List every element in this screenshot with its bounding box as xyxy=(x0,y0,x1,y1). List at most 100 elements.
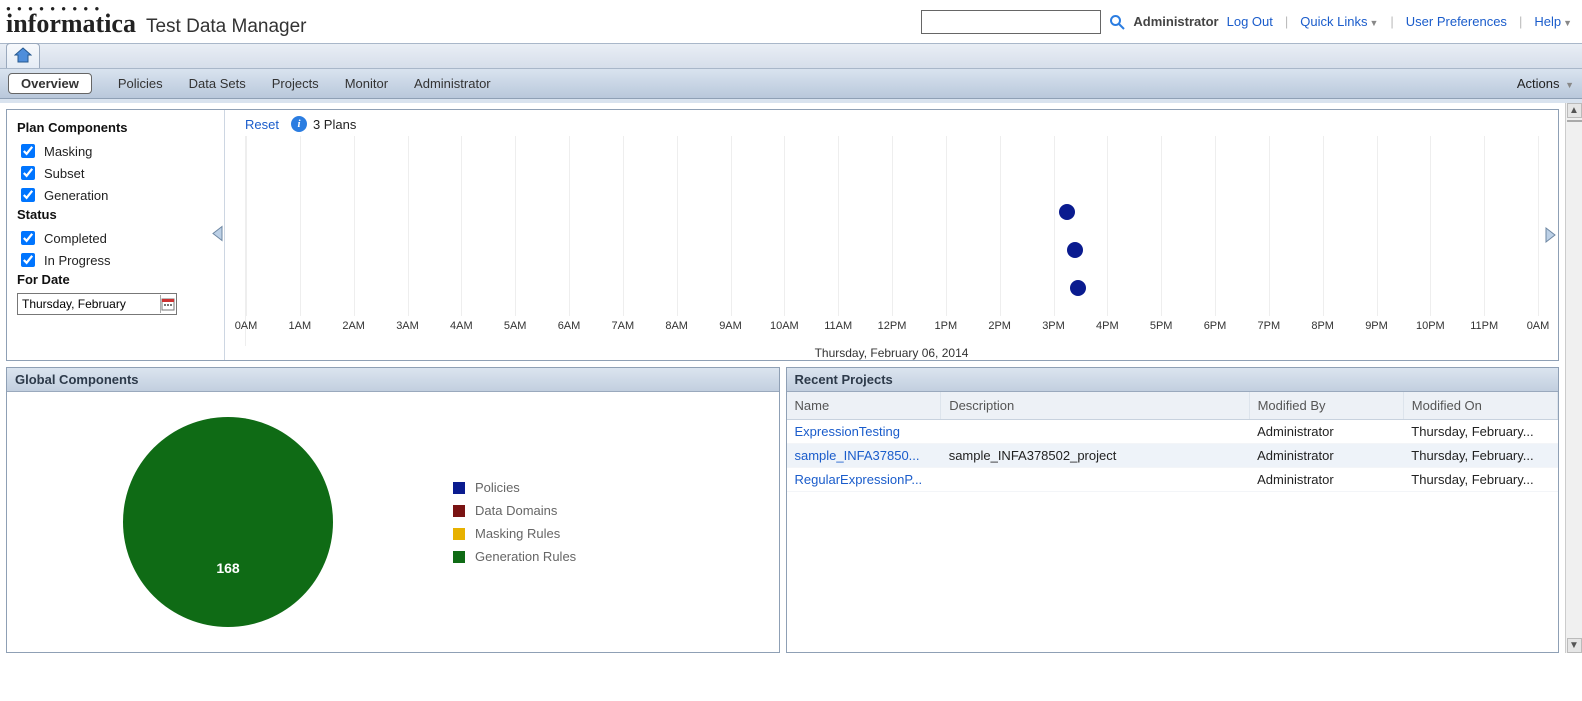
hour-label: 0AM xyxy=(1527,320,1550,332)
legend-item-policies: Policies xyxy=(453,480,576,495)
chk-generation-box[interactable] xyxy=(21,188,35,202)
tab-policies[interactable]: Policies xyxy=(118,76,163,91)
help-menu[interactable]: Help▼ xyxy=(1534,14,1572,29)
caret-down-icon: ▼ xyxy=(1369,18,1378,28)
plan-dot[interactable] xyxy=(1067,242,1083,258)
home-tab[interactable] xyxy=(6,43,40,68)
chk-masking[interactable]: Masking xyxy=(17,141,214,161)
main-area: ▲ ▼ Plan Components Masking Subset Gener… xyxy=(0,99,1582,653)
username-label: Administrator xyxy=(1133,14,1218,29)
col-description[interactable]: Description xyxy=(941,392,1249,420)
logout-link[interactable]: Log Out xyxy=(1227,14,1273,29)
table-cell: ExpressionTesting xyxy=(787,420,941,444)
tab-monitor[interactable]: Monitor xyxy=(345,76,388,91)
timeline-panel: Reset i 3 Plans 0AM1AM2AM3AM4AM5AM6AM7AM… xyxy=(225,110,1558,360)
quick-links-menu[interactable]: Quick Links▼ xyxy=(1300,14,1378,29)
hour-label: 5PM xyxy=(1150,320,1173,332)
table-cell: Administrator xyxy=(1249,420,1403,444)
for-date-title: For Date xyxy=(17,272,214,287)
table-row[interactable]: RegularExpressionP... AdministratorThursd… xyxy=(787,468,1558,492)
for-date-field[interactable] xyxy=(17,293,177,315)
chk-completed-label: Completed xyxy=(44,231,107,246)
search-input[interactable] xyxy=(921,10,1101,34)
legend-item-generation-rules: Generation Rules xyxy=(453,549,576,564)
legend-label: Data Domains xyxy=(475,503,557,518)
table-row[interactable]: ExpressionTesting AdministratorThursday, … xyxy=(787,420,1558,444)
calendar-icon[interactable] xyxy=(160,295,176,313)
brand-name: informatica xyxy=(6,9,136,39)
scroll-down-icon[interactable]: ▼ xyxy=(1567,638,1582,653)
table-cell: Thursday, February... xyxy=(1403,468,1557,492)
chk-subset-box[interactable] xyxy=(21,166,35,180)
hour-label: 10AM xyxy=(770,320,799,332)
col-modified-on[interactable]: Modified On xyxy=(1403,392,1557,420)
col-name[interactable]: Name xyxy=(787,392,941,420)
table-cell: Thursday, February... xyxy=(1403,420,1557,444)
hour-label: 1AM xyxy=(289,320,312,332)
table-cell: Administrator xyxy=(1249,444,1403,468)
chk-in-progress-box[interactable] xyxy=(21,253,35,267)
caret-down-icon: ▼ xyxy=(1563,18,1572,28)
hour-label: 8AM xyxy=(665,320,688,332)
hour-label: 0AM xyxy=(235,320,258,332)
tab-strip xyxy=(0,43,1582,69)
upper-row: Plan Components Masking Subset Generatio… xyxy=(6,109,1559,361)
user-preferences-link[interactable]: User Preferences xyxy=(1406,14,1507,29)
hour-label: 9PM xyxy=(1365,320,1388,332)
scroll-up-icon[interactable]: ▲ xyxy=(1567,103,1582,118)
global-components-panel: Global Components 168 Policies Data Doma… xyxy=(6,367,780,653)
plan-dot[interactable] xyxy=(1070,280,1086,296)
recent-projects-title: Recent Projects xyxy=(787,368,1559,392)
table-row[interactable]: sample_INFA37850...sample_INFA378502_pro… xyxy=(787,444,1558,468)
swatch-policies xyxy=(453,482,465,494)
tab-administrator[interactable]: Administrator xyxy=(414,76,491,91)
legend-label: Policies xyxy=(475,480,520,495)
hour-label: 7AM xyxy=(612,320,635,332)
brand: ● ● ● ● ● ● ● ● ● informatica Test Data … xyxy=(6,4,307,39)
vertical-scrollbar[interactable]: ▲ ▼ xyxy=(1565,103,1582,653)
tab-data-sets[interactable]: Data Sets xyxy=(189,76,246,91)
hour-label: 4PM xyxy=(1096,320,1119,332)
hour-label: 7PM xyxy=(1258,320,1281,332)
status-title: Status xyxy=(17,207,214,222)
filter-panel: Plan Components Masking Subset Generatio… xyxy=(7,110,225,360)
chk-completed[interactable]: Completed xyxy=(17,228,214,248)
chk-generation[interactable]: Generation xyxy=(17,185,214,205)
hour-label: 3AM xyxy=(396,320,419,332)
tab-projects[interactable]: Projects xyxy=(272,76,319,91)
project-link[interactable]: sample_INFA37850... xyxy=(795,448,920,463)
caret-down-icon: ▼ xyxy=(1565,80,1574,90)
chk-masking-box[interactable] xyxy=(21,144,35,158)
col-modified-by[interactable]: Modified By xyxy=(1249,392,1403,420)
tab-overview[interactable]: Overview xyxy=(8,73,92,94)
chk-in-progress[interactable]: In Progress xyxy=(17,250,214,270)
project-link[interactable]: RegularExpressionP... xyxy=(795,472,923,487)
table-cell: Thursday, February... xyxy=(1403,444,1557,468)
project-link[interactable]: ExpressionTesting xyxy=(795,424,901,439)
for-date-input[interactable] xyxy=(18,295,160,313)
plan-components-title: Plan Components xyxy=(17,120,214,135)
hour-label: 4AM xyxy=(450,320,473,332)
hour-label: 1PM xyxy=(935,320,958,332)
timeline-chart: 0AM1AM2AM3AM4AM5AM6AM7AM8AM9AM10AM11AM12… xyxy=(245,136,1538,346)
hour-label: 9AM xyxy=(719,320,742,332)
plan-dot[interactable] xyxy=(1059,204,1075,220)
swatch-masking-rules xyxy=(453,528,465,540)
table-cell xyxy=(941,468,1249,492)
chk-completed-box[interactable] xyxy=(21,231,35,245)
timeline-next-icon[interactable] xyxy=(1540,226,1560,244)
reset-link[interactable]: Reset xyxy=(245,117,279,132)
table-header-row: Name Description Modified By Modified On xyxy=(787,392,1558,420)
search-icon[interactable] xyxy=(1109,14,1125,30)
actions-menu[interactable]: Actions ▼ xyxy=(1517,76,1574,91)
nav-left: Overview Policies Data Sets Projects Mon… xyxy=(8,73,491,94)
chk-subset[interactable]: Subset xyxy=(17,163,214,183)
hour-label: 2PM xyxy=(988,320,1011,332)
recent-projects-panel: Recent Projects Name Description Modifie… xyxy=(786,367,1560,653)
recent-projects-table: Name Description Modified By Modified On… xyxy=(787,392,1559,492)
scroll-thumb[interactable] xyxy=(1567,120,1582,122)
header-right: Administrator Log Out | Quick Links▼ | U… xyxy=(921,10,1572,34)
table-cell: Administrator xyxy=(1249,468,1403,492)
hour-label: 5AM xyxy=(504,320,527,332)
table-cell: sample_INFA37850... xyxy=(787,444,941,468)
